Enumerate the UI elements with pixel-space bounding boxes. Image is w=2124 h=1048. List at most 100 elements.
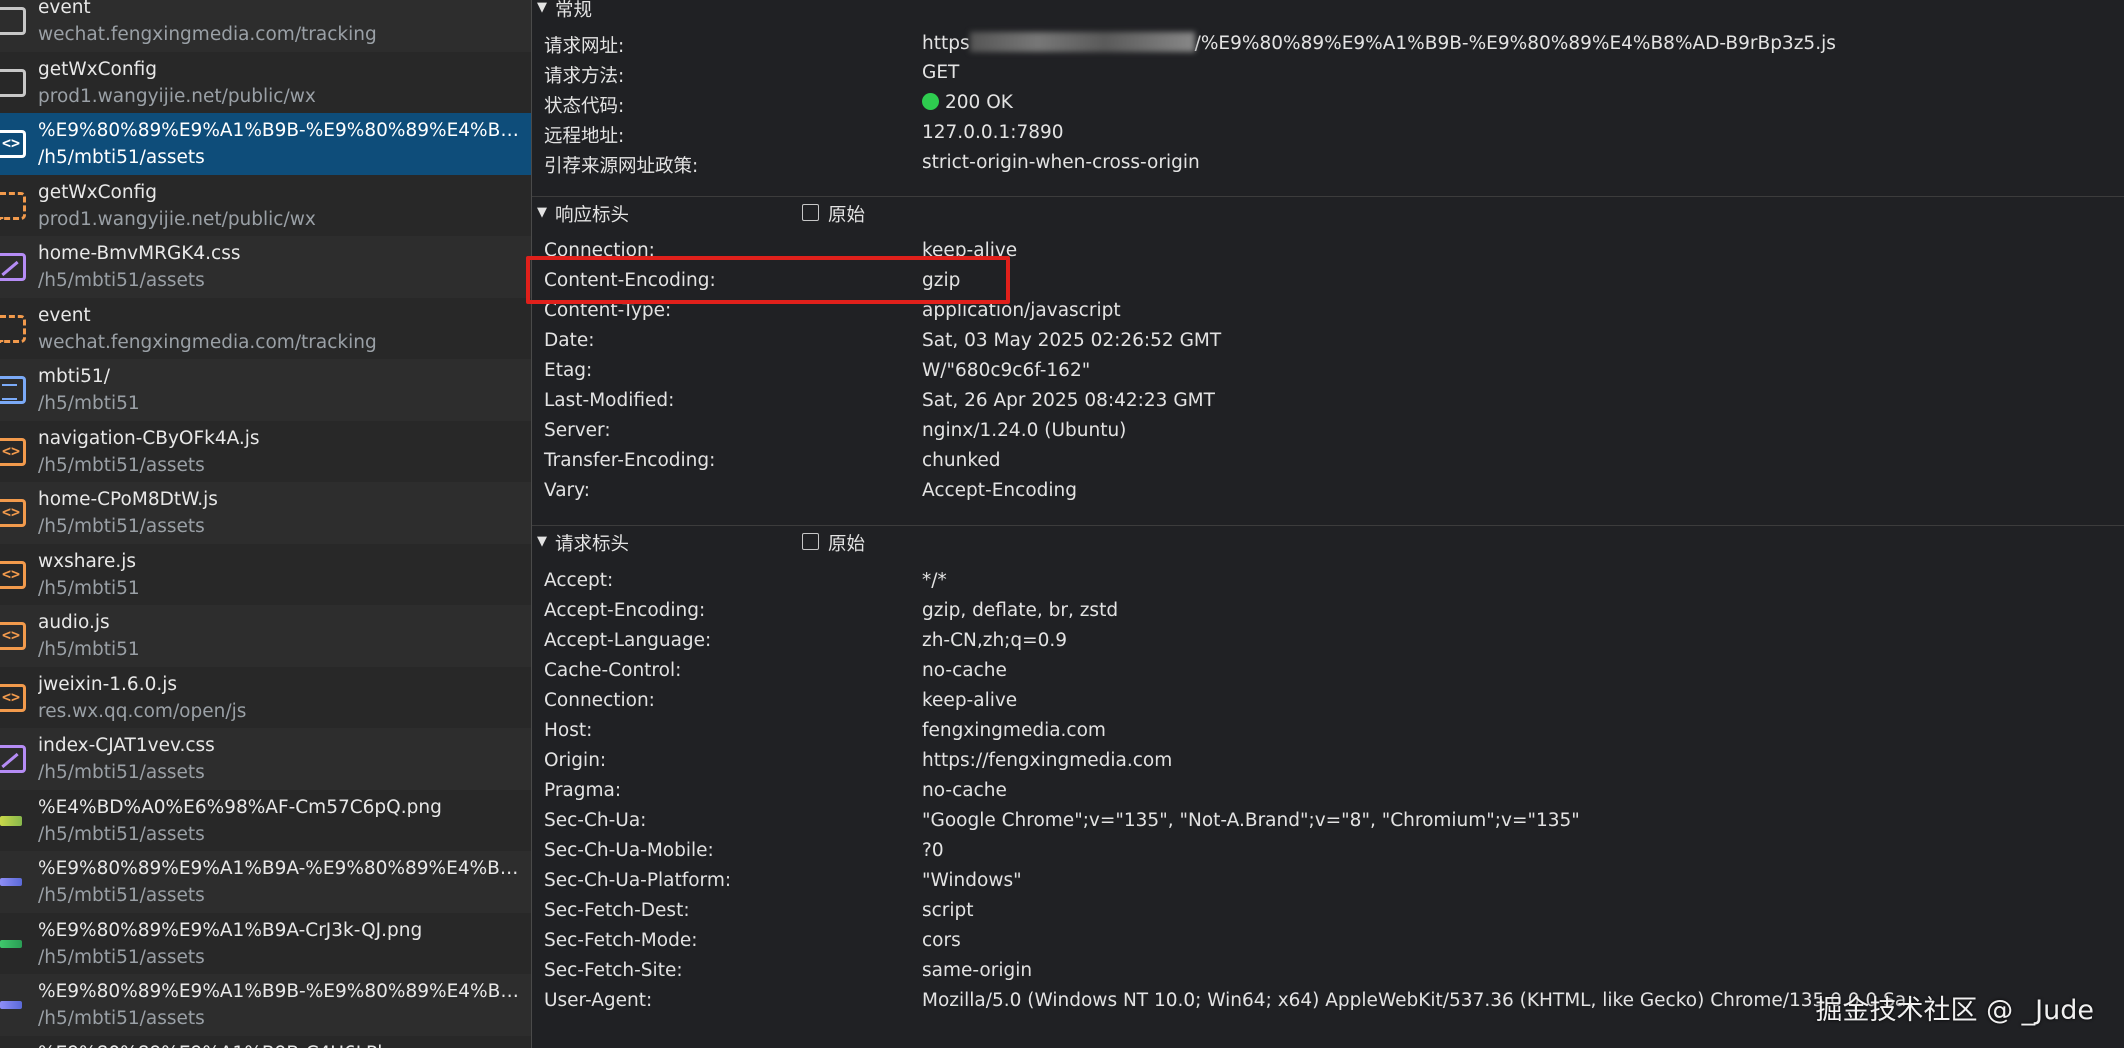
header-value[interactable]: fengxingmedia.com bbox=[922, 720, 1106, 741]
header-value[interactable]: zh-CN,zh;q=0.9 bbox=[922, 630, 1067, 651]
header-value[interactable]: https /%E9%80%89%E9%A1%B9B-%E9%80%89%E4%B… bbox=[922, 32, 1836, 54]
request-row[interactable]: home-BmvMRGK4.css/h5/mbti51/assets bbox=[0, 236, 531, 298]
request-row[interactable]: audio.js/h5/mbti51 bbox=[0, 605, 531, 667]
request-row[interactable]: mbti51/ /h5/mbti51 bbox=[0, 359, 531, 421]
header-value[interactable]: cors bbox=[922, 930, 961, 951]
header-row: Date: Sat, 03 May 2025 02:26:52 GMT bbox=[532, 330, 2124, 360]
header-value[interactable]: same-origin bbox=[922, 960, 1032, 981]
request-row[interactable]: %E9%80%89%E9%A1%B9A-%E9%80%89%E4%B8%A...… bbox=[0, 851, 531, 913]
request-name: home-CPoM8DtW.js bbox=[38, 489, 218, 510]
request-path: /h5/mbti51/assets bbox=[38, 147, 205, 168]
image-icon bbox=[0, 878, 22, 886]
header-row: Accept-Language: zh-CN,zh;q=0.9 bbox=[532, 630, 2124, 660]
request-row[interactable]: %E9%80%89%E9%A1%B9A-CrJ3k-QJ.png/h5/mbti… bbox=[0, 912, 531, 974]
request-row[interactable]: home-CPoM8DtW.js/h5/mbti51/assets bbox=[0, 482, 531, 544]
header-value[interactable]: gzip, deflate, br, zstd bbox=[922, 600, 1118, 621]
request-path: prod1.wangyijie.net/public/wx bbox=[38, 85, 316, 107]
header-value[interactable]: Sat, 03 May 2025 02:26:52 GMT bbox=[922, 330, 1221, 351]
raw-label: 原始 bbox=[828, 205, 866, 226]
request-row[interactable]: wxshare.js/h5/mbti51 bbox=[0, 543, 531, 605]
general-section-title: 常规 bbox=[555, 0, 593, 21]
header-value[interactable]: W/"680c9c6f-162" bbox=[922, 360, 1090, 381]
header-key: 引荐来源网址政策: bbox=[544, 156, 699, 177]
request-path: /h5/mbti51/assets bbox=[38, 885, 205, 906]
stylesheet-icon bbox=[0, 745, 26, 773]
script-icon bbox=[0, 683, 26, 712]
header-value[interactable]: nginx/1.24.0 (Ubuntu) bbox=[922, 420, 1126, 441]
request-headers-title: 请求标头 bbox=[555, 534, 630, 555]
header-row: 远程地址: 127.0.0.1:7890 bbox=[532, 122, 2124, 152]
request-headers-section-header[interactable]: ▼ 请求标头 原始 bbox=[532, 530, 2124, 562]
header-row: Host: fengxingmedia.com bbox=[532, 720, 2124, 750]
request-name: wxshare.js bbox=[38, 550, 137, 572]
general-section-header[interactable]: ▼ 常规 bbox=[532, 0, 2124, 28]
header-value[interactable]: Accept-Encoding bbox=[922, 480, 1077, 501]
request-row[interactable]: event wechat.fengxingmedia.com/tracking bbox=[0, 0, 531, 52]
header-value[interactable]: Sat, 26 Apr 2025 08:42:23 GMT bbox=[922, 390, 1215, 411]
header-value[interactable]: "Google Chrome";v="135", "Not-A.Brand";v… bbox=[922, 810, 1580, 831]
request-row[interactable]: event wechat.fengxingmedia.com/tracking bbox=[0, 297, 531, 359]
header-value[interactable]: script bbox=[922, 900, 974, 921]
request-name: home-BmvMRGK4.css bbox=[38, 243, 241, 264]
header-value[interactable]: 200 OK bbox=[922, 92, 1013, 113]
header-key: 请求方法: bbox=[544, 66, 625, 87]
header-row: Server: nginx/1.24.0 (Ubuntu) bbox=[532, 420, 2124, 450]
request-row[interactable]: %E9%80%89%E9%A1%B9B-C4U6LPl... bbox=[0, 1035, 531, 1048]
request-row[interactable]: index-CJAT1vev.css/h5/mbti51/assets bbox=[0, 728, 531, 790]
request-name: %E9%80%89%E9%A1%B9B-%E9%80%89%E4%B8%AD..… bbox=[38, 120, 525, 141]
request-name: %E4%BD%A0%E6%98%AF-Cm57C6pQ.png bbox=[38, 796, 442, 818]
header-value[interactable]: chunked bbox=[922, 450, 1001, 471]
header-value[interactable]: keep-alive bbox=[922, 690, 1017, 711]
header-key: Accept: bbox=[544, 570, 614, 591]
request-name: index-CJAT1vev.css bbox=[38, 735, 215, 756]
request-list-rows: event wechat.fengxingmedia.com/tracking ge… bbox=[0, 0, 531, 1048]
script-icon bbox=[0, 499, 26, 527]
header-value[interactable]: https://fengxingmedia.com bbox=[922, 750, 1172, 771]
request-path: /h5/mbti51 bbox=[38, 577, 140, 599]
request-name: audio.js bbox=[38, 612, 110, 633]
script-icon bbox=[0, 560, 26, 589]
script-icon bbox=[0, 437, 26, 466]
request-row[interactable]: getWxConfig prod1.wangyijie.net/public/wx bbox=[0, 51, 531, 113]
request-row[interactable]: jweixin-1.6.0.js res.wx.qq.com/open/js bbox=[0, 666, 531, 728]
header-value[interactable]: "Windows" bbox=[922, 870, 1022, 891]
request-row[interactable]: getWxConfig prod1.wangyijie.net/public/wx bbox=[0, 174, 531, 236]
fetch-icon bbox=[0, 314, 26, 343]
header-value[interactable]: no-cache bbox=[922, 660, 1007, 681]
header-row: Sec-Ch-Ua: "Google Chrome";v="135", "Not-… bbox=[532, 810, 2124, 840]
request-path: /h5/mbti51/assets bbox=[38, 516, 205, 537]
request-path: /h5/mbti51/assets bbox=[38, 1008, 205, 1029]
header-key: User-Agent: bbox=[544, 990, 653, 1011]
raw-checkbox[interactable] bbox=[802, 533, 819, 550]
header-key: Server: bbox=[544, 420, 611, 441]
header-value[interactable]: Mozilla/5.0 (Windows NT 10.0; Win64; x64… bbox=[922, 990, 1906, 1011]
header-value[interactable]: no-cache bbox=[922, 780, 1007, 801]
image-icon bbox=[0, 815, 22, 826]
request-name: getWxConfig bbox=[38, 58, 157, 80]
header-row: Sec-Fetch-Dest: script bbox=[532, 900, 2124, 930]
request-name: %E9%80%89%E9%A1%B9A-%E9%80%89%E4%B8%A... bbox=[38, 858, 525, 879]
response-headers-section-header[interactable]: ▼ 响应标头 原始 bbox=[532, 201, 2124, 233]
header-row: Accept: */* bbox=[532, 570, 2124, 600]
header-value[interactable]: */* bbox=[922, 570, 947, 591]
request-row[interactable]: %E4%BD%A0%E6%98%AF-Cm57C6pQ.png/h5/mbti5… bbox=[0, 789, 531, 851]
request-path: /h5/mbti51/assets bbox=[38, 823, 205, 845]
request-row[interactable]: %E9%80%89%E9%A1%B9B-%E9%80%89%E4%B8%AD..… bbox=[0, 974, 531, 1036]
request-path: /h5/mbti51/assets bbox=[38, 270, 205, 291]
header-value[interactable]: ?0 bbox=[922, 840, 944, 861]
url-suffix: /%E9%80%89%E9%A1%B9B-%E9%80%89%E4%B8%AD-… bbox=[1194, 33, 1836, 54]
raw-checkbox[interactable] bbox=[802, 204, 819, 221]
header-row: Connection: keep-alive bbox=[532, 690, 2124, 720]
header-value[interactable]: 127.0.0.1:7890 bbox=[922, 122, 1064, 143]
header-key: 远程地址: bbox=[544, 126, 625, 147]
header-key: Sec-Fetch-Dest: bbox=[544, 900, 690, 921]
request-row[interactable]: navigation-CByOFk4A.js/h5/mbti51/assets bbox=[0, 420, 531, 482]
expand-triangle-icon: ▼ bbox=[537, 0, 547, 15]
image-icon bbox=[0, 939, 22, 948]
header-key: Origin: bbox=[544, 750, 607, 771]
request-name: %E9%80%89%E9%A1%B9B-C4U6LPl... bbox=[38, 1043, 525, 1048]
header-value[interactable]: GET bbox=[922, 62, 959, 83]
header-row: Content-Type: application/javascript bbox=[532, 300, 2124, 330]
header-value[interactable]: strict-origin-when-cross-origin bbox=[922, 152, 1200, 173]
request-row[interactable]: %E9%80%89%E9%A1%B9B-%E9%80%89%E4%B8%AD..… bbox=[0, 113, 531, 175]
